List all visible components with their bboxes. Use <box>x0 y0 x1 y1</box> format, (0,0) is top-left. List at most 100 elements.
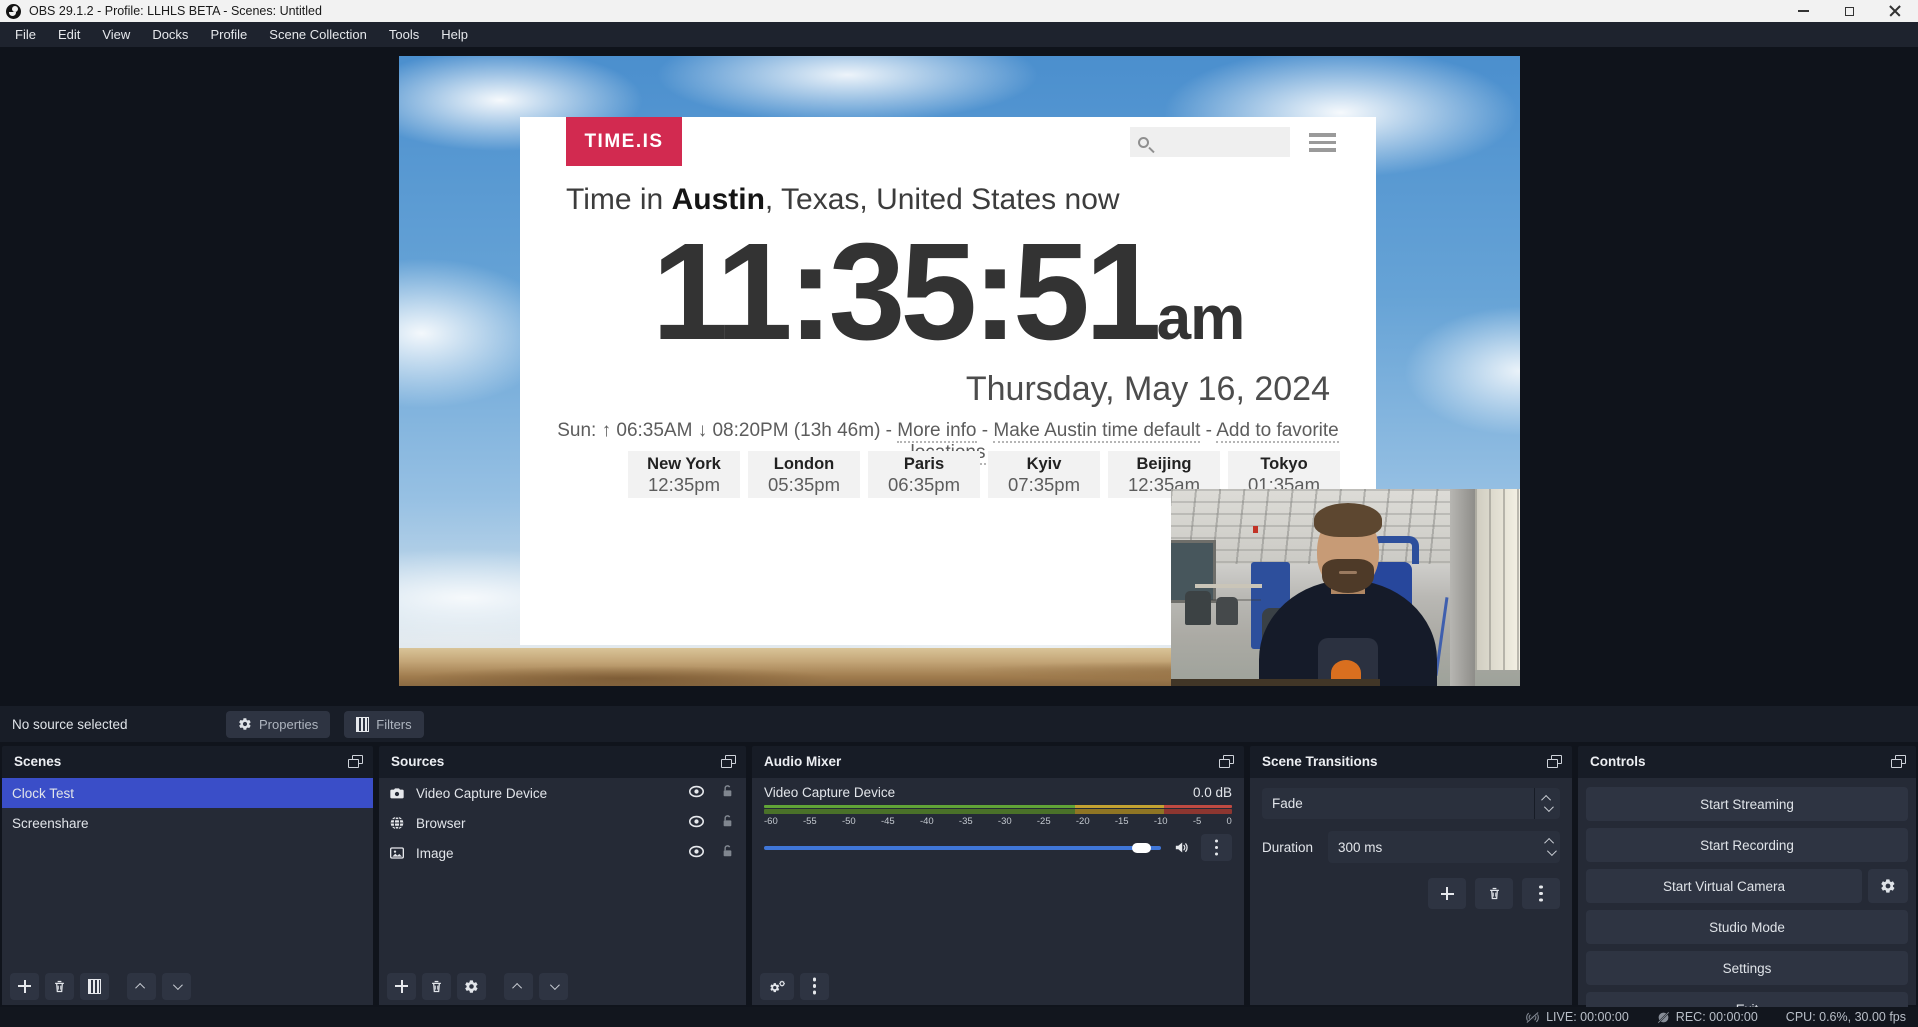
city-card: New York12:35pm <box>628 451 740 498</box>
mixer-db-value: 0.0 dB <box>1193 785 1232 800</box>
scene-item-clock-test[interactable]: Clock Test <box>2 778 373 808</box>
city-name: London <box>748 455 860 474</box>
transition-options-button[interactable] <box>1522 878 1560 909</box>
duration-input[interactable]: 300 ms <box>1328 831 1560 863</box>
tick-label: 0 <box>1227 816 1232 827</box>
gear-icon <box>1880 878 1896 894</box>
separator: - <box>1200 420 1216 441</box>
window-controls <box>1780 0 1918 22</box>
city-name: Paris <box>868 455 980 474</box>
chevron-down-icon <box>173 980 183 990</box>
tick-label: -40 <box>920 816 934 827</box>
mixer-options-button[interactable] <box>1201 834 1232 861</box>
controls-title: Controls <box>1590 754 1891 769</box>
popout-icon[interactable] <box>721 755 736 768</box>
select-spinner[interactable] <box>1534 788 1560 819</box>
popout-icon[interactable] <box>348 755 363 768</box>
properties-button[interactable]: Properties <box>226 711 330 738</box>
scenes-panel: Scenes Clock Test Screenshare <box>2 746 373 1005</box>
menu-file[interactable]: File <box>4 22 47 47</box>
virtual-camera-settings-button[interactable] <box>1868 869 1908 903</box>
settings-button[interactable]: Settings <box>1586 951 1908 985</box>
filters-button[interactable]: Filters <box>344 711 423 738</box>
tick-label: -45 <box>881 816 895 827</box>
transition-select[interactable]: Fade <box>1262 788 1560 819</box>
visibility-eye-icon[interactable] <box>688 785 705 801</box>
program-canvas[interactable]: TIME.IS Time in Austin, Texas, United St… <box>399 56 1520 686</box>
tick-label: -25 <box>1037 816 1051 827</box>
transition-selected-value: Fade <box>1272 796 1303 811</box>
lock-icon[interactable] <box>721 784 734 802</box>
move-scene-down-button[interactable] <box>162 973 191 1000</box>
start-streaming-button[interactable]: Start Streaming <box>1586 787 1908 821</box>
gear-icon <box>464 979 479 994</box>
cpu-status: CPU: 0.6%, 30.00 fps <box>1786 1010 1906 1024</box>
webcam-chair <box>1185 591 1211 625</box>
filters-label: Filters <box>376 717 411 732</box>
lock-icon[interactable] <box>721 844 734 862</box>
tick-label: -20 <box>1076 816 1090 827</box>
city-time: 12:35pm <box>628 474 740 496</box>
add-scene-button[interactable] <box>10 973 39 1000</box>
lock-icon[interactable] <box>721 814 734 832</box>
source-properties-button[interactable] <box>457 973 486 1000</box>
menu-scene-collection[interactable]: Scene Collection <box>258 22 378 47</box>
person-beard <box>1322 559 1374 593</box>
timeis-clock: 11:35:51am <box>520 213 1376 372</box>
remove-transition-button[interactable] <box>1475 878 1513 909</box>
move-source-up-button[interactable] <box>504 973 533 1000</box>
globe-icon <box>389 815 407 831</box>
audio-mixer-panel: Audio Mixer Video Capture Device 0.0 dB … <box>752 746 1244 1005</box>
start-recording-button[interactable]: Start Recording <box>1586 828 1908 862</box>
speaker-icon[interactable] <box>1173 839 1190 856</box>
remove-source-button[interactable] <box>422 973 451 1000</box>
chevron-up-icon <box>512 982 522 992</box>
source-item-image[interactable]: Image <box>379 838 746 868</box>
restore-button[interactable] <box>1826 0 1872 22</box>
scene-filters-button[interactable] <box>80 973 109 1000</box>
popout-icon[interactable] <box>1219 755 1234 768</box>
minimize-icon <box>1798 10 1809 12</box>
minimize-button[interactable] <box>1780 0 1826 22</box>
controls-header: Controls <box>1578 746 1916 776</box>
menu-help[interactable]: Help <box>430 22 479 47</box>
rec-status: REC: 00:00:00 <box>1657 1010 1758 1024</box>
tick-label: -50 <box>842 816 856 827</box>
mixer-channel-name: Video Capture Device <box>764 785 895 800</box>
menu-tools[interactable]: Tools <box>378 22 430 47</box>
city-time: 05:35pm <box>748 474 860 496</box>
menu-docks[interactable]: Docks <box>141 22 199 47</box>
city-card: Kyiv07:35pm <box>988 451 1100 498</box>
volume-slider-handle[interactable] <box>1132 843 1151 853</box>
visibility-eye-icon[interactable] <box>688 845 705 861</box>
menu-edit[interactable]: Edit <box>47 22 91 47</box>
person-mouth <box>1339 571 1357 574</box>
scene-item-screenshare[interactable]: Screenshare <box>2 808 373 838</box>
advanced-audio-button[interactable] <box>760 973 794 1000</box>
menu-profile[interactable]: Profile <box>199 22 258 47</box>
close-button[interactable] <box>1872 0 1918 22</box>
volume-slider[interactable] <box>764 846 1161 850</box>
move-scene-up-button[interactable] <box>127 973 156 1000</box>
move-source-down-button[interactable] <box>539 973 568 1000</box>
add-source-button[interactable] <box>387 973 416 1000</box>
mixer-toolbar <box>752 967 1244 1005</box>
start-virtual-camera-button[interactable]: Start Virtual Camera <box>1586 869 1862 903</box>
obs-logo-icon <box>6 4 21 19</box>
webcam-chair <box>1216 597 1238 625</box>
visibility-eye-icon[interactable] <box>688 815 705 831</box>
popout-icon[interactable] <box>1547 755 1562 768</box>
source-item-browser[interactable]: Browser <box>379 808 746 838</box>
mixer-menu-button[interactable] <box>800 973 829 1000</box>
controls-body: Start Streaming Start Recording Start Vi… <box>1578 778 1916 1005</box>
add-transition-button[interactable] <box>1428 878 1466 909</box>
source-item-video-capture[interactable]: Video Capture Device <box>379 778 746 808</box>
duration-spinner[interactable] <box>1547 831 1554 863</box>
live-time: LIVE: 00:00:00 <box>1546 1010 1629 1024</box>
scene-label: Screenshare <box>12 816 361 831</box>
studio-mode-button[interactable]: Studio Mode <box>1586 910 1908 944</box>
popout-icon[interactable] <box>1891 755 1906 768</box>
remove-scene-button[interactable] <box>45 973 74 1000</box>
scene-label: Clock Test <box>12 786 361 801</box>
menu-view[interactable]: View <box>91 22 141 47</box>
